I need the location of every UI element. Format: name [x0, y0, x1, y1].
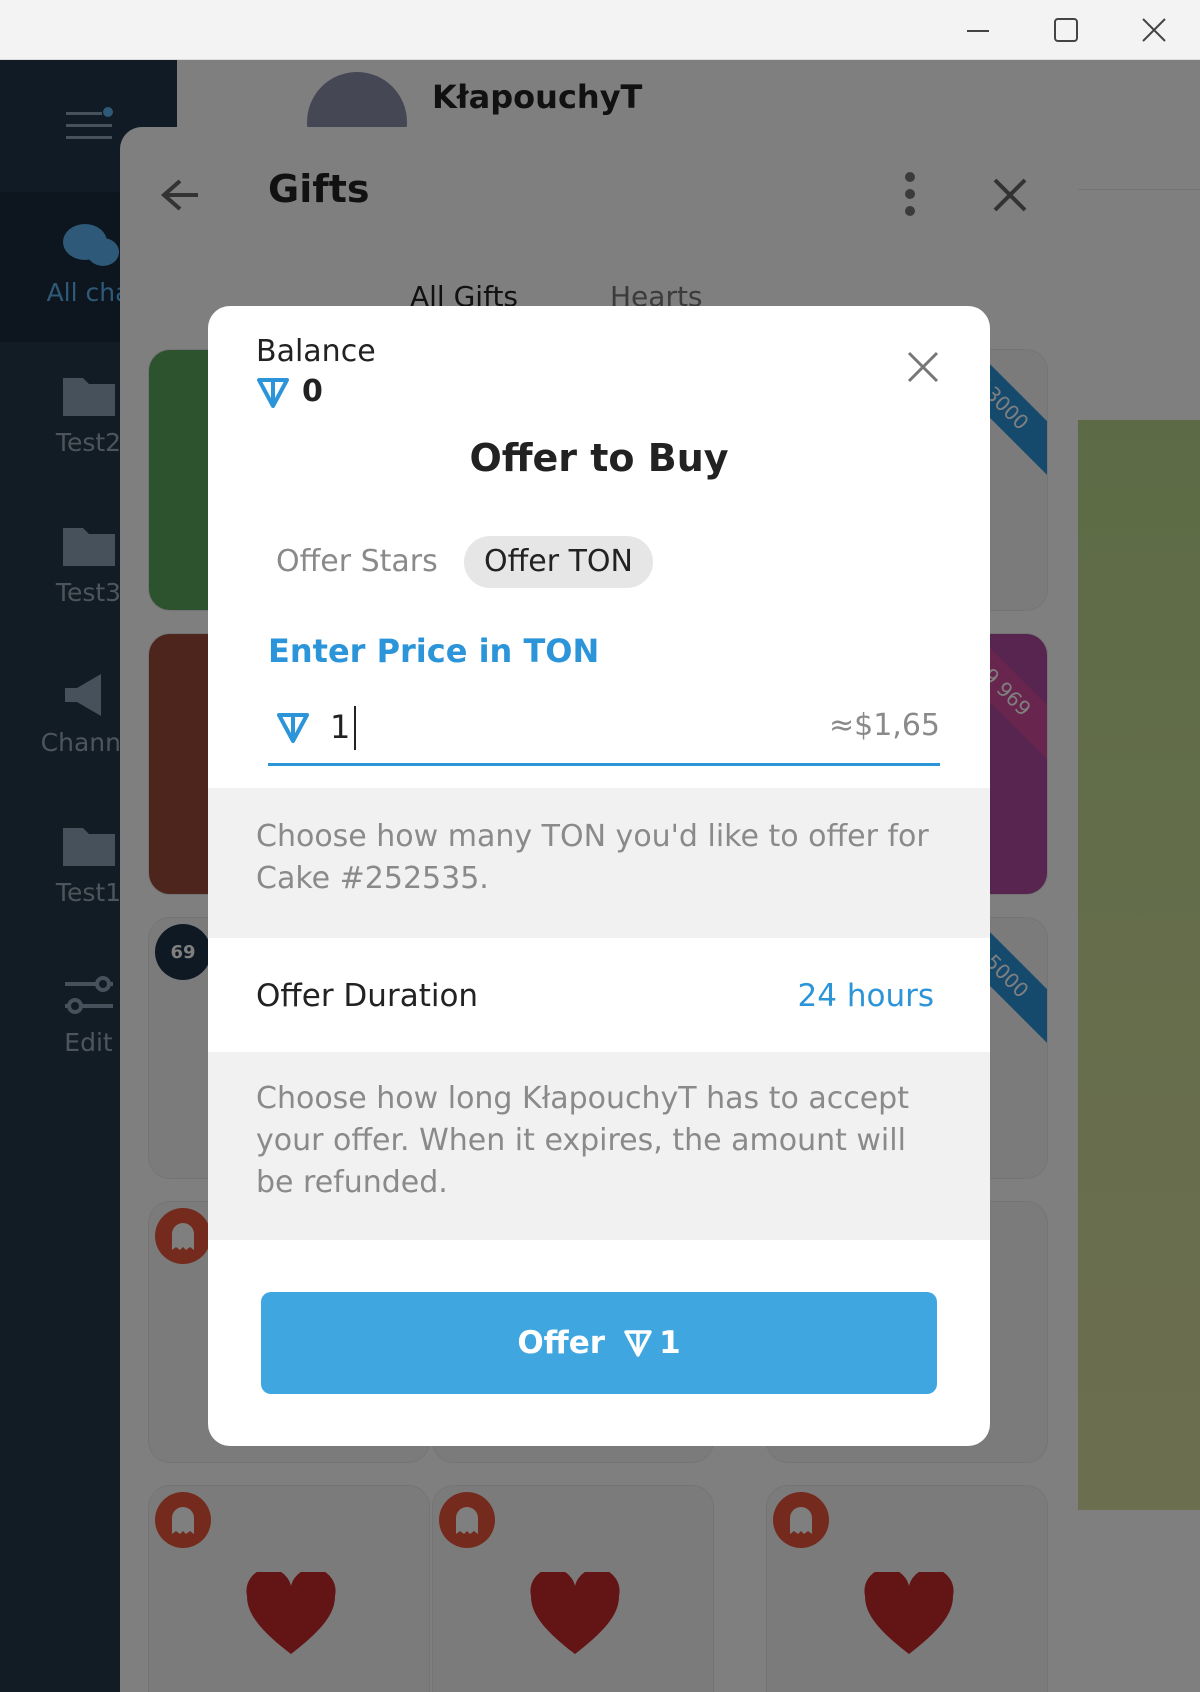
offer-to-buy-dialog: Balance 0 Offer to Buy Offer Stars Offer…	[208, 306, 990, 1446]
tab-offer-stars[interactable]: Offer Stars	[256, 536, 458, 588]
ton-icon	[624, 1330, 652, 1357]
text-caret	[354, 706, 356, 750]
offer-duration-row[interactable]: Offer Duration 24 hours	[208, 938, 990, 1058]
ton-icon	[257, 377, 289, 408]
balance-value: 0	[302, 374, 323, 409]
maximize-icon[interactable]	[1022, 0, 1110, 60]
price-hint: Choose how many TON you'd like to offer …	[208, 788, 990, 938]
close-button[interactable]	[898, 342, 948, 392]
price-field[interactable]: ≈$1,65	[268, 698, 940, 766]
tab-offer-ton[interactable]: Offer TON	[464, 536, 653, 588]
offer-button-amount: 1	[659, 1325, 681, 1361]
ton-icon	[277, 713, 309, 743]
balance-label: Balance	[256, 334, 376, 369]
offer-button[interactable]: Offer 1	[261, 1292, 937, 1394]
price-label: Enter Price in TON	[268, 632, 600, 670]
balance-row: 0	[256, 374, 323, 409]
offer-button-label: Offer	[517, 1325, 606, 1361]
close-icon[interactable]	[1110, 0, 1198, 60]
minimize-icon[interactable]	[934, 0, 1022, 60]
price-input[interactable]	[330, 702, 710, 752]
window-titlebar	[0, 0, 1200, 60]
duration-label: Offer Duration	[256, 978, 479, 1014]
dialog-title: Offer to Buy	[469, 436, 729, 480]
usd-estimate: ≈$1,65	[828, 708, 940, 743]
duration-value[interactable]: 24 hours	[798, 978, 934, 1014]
close-icon	[907, 351, 939, 383]
duration-hint: Choose how long KłapouchyT has to accept…	[208, 1052, 990, 1240]
